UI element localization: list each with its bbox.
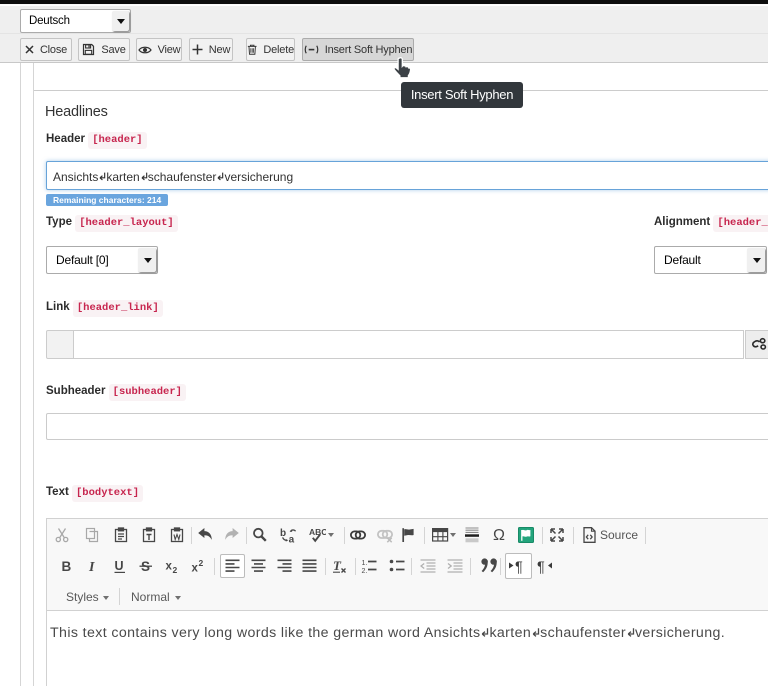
svg-text:¶: ¶ <box>515 560 523 576</box>
svg-text:T: T <box>333 558 342 573</box>
svg-text:U: U <box>115 559 124 573</box>
svg-text:2: 2 <box>173 565 178 574</box>
svg-text:2.: 2. <box>362 568 368 574</box>
svg-text:¶: ¶ <box>537 560 545 576</box>
svg-text:B: B <box>62 559 72 574</box>
svg-text:ABC: ABC <box>309 527 326 537</box>
svg-text:x: x <box>166 561 173 573</box>
svg-text:Ω: Ω <box>493 527 505 543</box>
svg-text:x: x <box>192 563 199 575</box>
svg-text:a: a <box>289 535 295 544</box>
svg-text:I: I <box>88 560 95 574</box>
svg-text:1.: 1. <box>362 560 368 567</box>
svg-text:2: 2 <box>199 558 204 568</box>
